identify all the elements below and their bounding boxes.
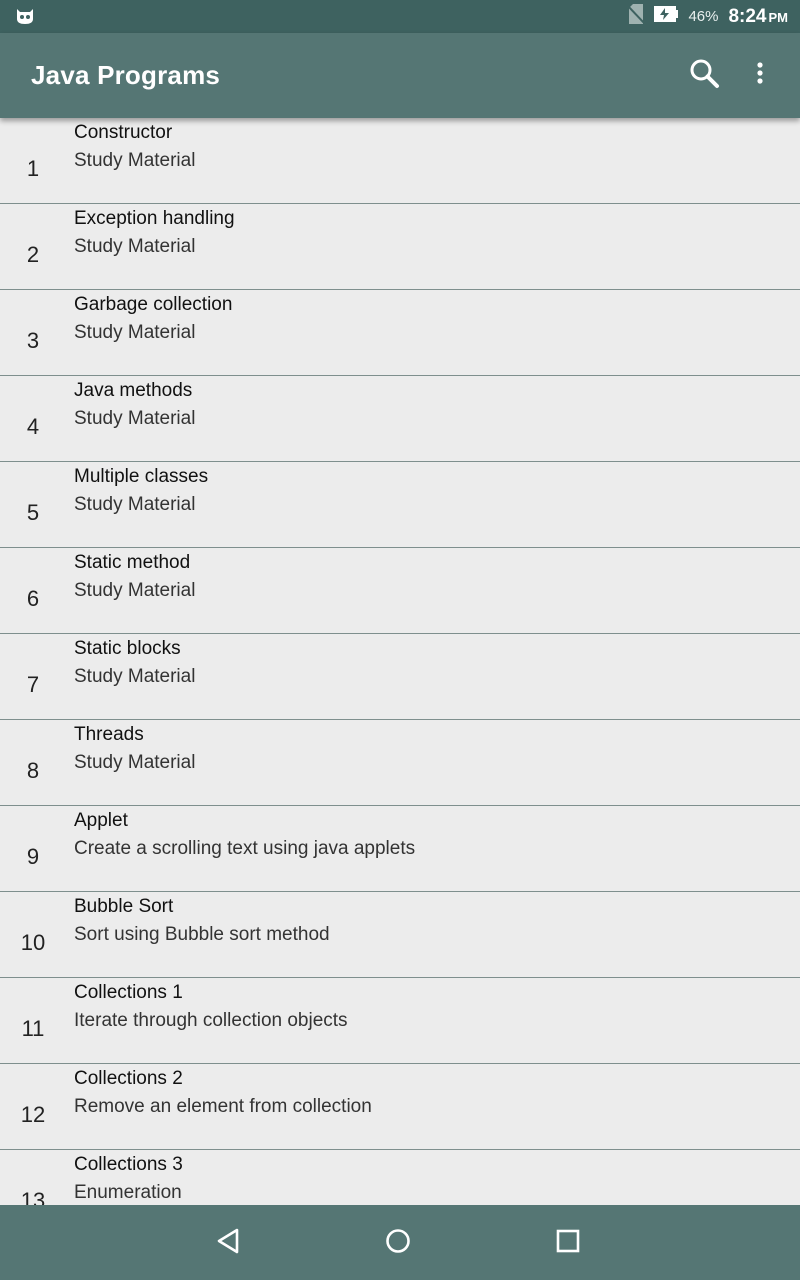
list-item-subtitle: Iterate through collection objects (74, 1010, 348, 1031)
list-item-subtitle: Study Material (74, 150, 196, 171)
list-item-title: Constructor (74, 122, 173, 143)
list-item-number: 6 (26, 586, 40, 611)
list-item-title: Exception handling (74, 208, 235, 229)
list-item-title: Garbage collection (74, 294, 233, 315)
more-vert-icon (756, 61, 764, 90)
list-item-number: 9 (26, 844, 40, 869)
list-item-title: Applet (74, 810, 128, 831)
list-item[interactable]: 7 Static blocks Study Material (0, 634, 800, 720)
list-item-title: Static method (74, 552, 191, 573)
list-item[interactable]: 3 Garbage collection Study Material (0, 290, 800, 376)
back-button[interactable] (208, 1225, 248, 1261)
clock-ampm: PM (768, 9, 789, 25)
battery-icon (654, 5, 679, 28)
list-item[interactable]: 12 Collections 2 Remove an element from co… (0, 1064, 800, 1150)
list-item-subtitle: Study Material (74, 580, 196, 601)
list-item-subtitle: Study Material (74, 322, 196, 343)
list-item-subtitle: Study Material (74, 752, 196, 773)
list-item-number: 12 (20, 1102, 46, 1127)
list-item-subtitle: Study Material (74, 494, 196, 515)
battery-percent: 46% (688, 8, 719, 25)
list-item-number: 7 (26, 672, 40, 697)
list-item[interactable]: 10 Bubble Sort Sort using Bubble sort meth… (0, 892, 800, 978)
app-notification-icon (14, 6, 36, 26)
navigation-bar (0, 1205, 800, 1280)
list-item-number: 5 (26, 500, 40, 525)
list-item-title: Multiple classes (74, 466, 209, 487)
more-options-button[interactable] (744, 57, 776, 93)
list-item-title: Bubble Sort (74, 896, 174, 917)
home-icon (384, 1227, 412, 1260)
list-item[interactable]: 8 Threads Study Material (0, 720, 800, 806)
app-bar: Java Programs (0, 33, 800, 118)
home-button[interactable] (378, 1225, 418, 1261)
list-item[interactable]: 13 Collections 3 Enumeration (0, 1150, 800, 1205)
list-item-subtitle: Create a scrolling text using java apple… (74, 838, 416, 859)
clock: 8:24 PM (728, 6, 788, 28)
status-bar: 46% 8:24 PM (0, 0, 800, 33)
program-list[interactable]: 1 Constructor Study Material 2 Exception han… (0, 118, 800, 1205)
list-item-number: 3 (26, 328, 40, 353)
list-item[interactable]: 9 Applet Create a scrolling text using jav… (0, 806, 800, 892)
recents-button[interactable] (548, 1225, 588, 1261)
list-item-number: 13 (20, 1188, 46, 1205)
list-item-number: 8 (26, 758, 40, 783)
list-item-title: Java methods (74, 380, 193, 401)
list-item-title: Static blocks (74, 638, 181, 659)
recents-icon (555, 1228, 581, 1259)
list-item-title: Collections 3 (74, 1154, 183, 1175)
list-item-subtitle: Remove an element from collection (74, 1096, 372, 1117)
list-item[interactable]: 11 Collections 1 Iterate through collectio… (0, 978, 800, 1064)
no-sim-icon (627, 4, 646, 29)
list-item-number: 1 (26, 156, 40, 181)
list-item[interactable]: 4 Java methods Study Material (0, 376, 800, 462)
list-item-number: 10 (20, 930, 46, 955)
list-item-subtitle: Study Material (74, 666, 196, 687)
list-item-number: 2 (26, 242, 40, 267)
page-title: Java Programs (31, 60, 221, 90)
search-icon (688, 57, 720, 94)
list-item-title: Threads (74, 724, 144, 745)
list-item[interactable]: 1 Constructor Study Material (0, 118, 800, 204)
list-item-subtitle: Study Material (74, 236, 196, 257)
list-item-title: Collections 2 (74, 1068, 183, 1089)
list-item-subtitle: Sort using Bubble sort method (74, 924, 330, 945)
back-icon (215, 1227, 241, 1260)
list-item-title: Collections 1 (74, 982, 183, 1003)
list-item-subtitle: Study Material (74, 408, 196, 429)
list-item[interactable]: 2 Exception handling Study Material (0, 204, 800, 290)
list-item[interactable]: 6 Static method Study Material (0, 548, 800, 634)
clock-time: 8:24 (728, 5, 767, 27)
list-item[interactable]: 5 Multiple classes Study Material (0, 462, 800, 548)
list-item-number: 11 (21, 1016, 45, 1041)
search-button[interactable] (686, 57, 722, 93)
list-item-subtitle: Enumeration (74, 1182, 182, 1203)
list-item-number: 4 (26, 414, 40, 439)
